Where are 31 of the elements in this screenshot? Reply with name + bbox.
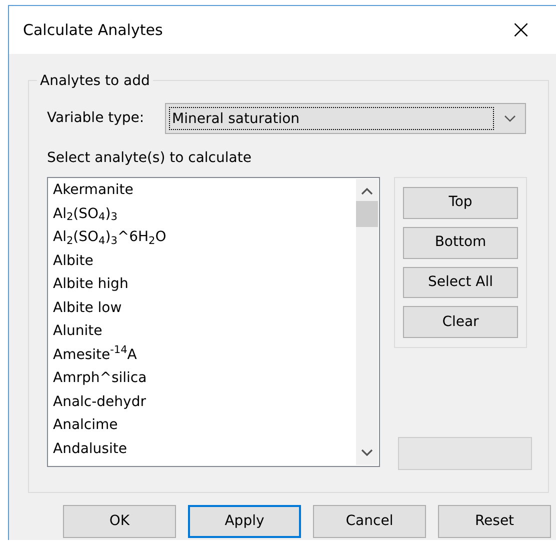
panel-button[interactable]: Clear xyxy=(403,306,518,338)
scroll-down-icon[interactable] xyxy=(361,449,373,457)
list-item[interactable]: Analcime xyxy=(53,417,118,433)
list-item[interactable]: Amrph^silica xyxy=(53,370,147,386)
list-label: Select analyte(s) to calculate xyxy=(47,149,252,168)
list-item[interactable]: Albite high xyxy=(53,276,128,292)
list-item[interactable]: Albite low xyxy=(53,300,122,316)
scrollbar-thumb[interactable] xyxy=(356,201,378,227)
dialog-button[interactable]: Apply xyxy=(188,505,301,538)
dialog-button[interactable]: OK xyxy=(63,505,176,538)
scroll-up-icon[interactable] xyxy=(361,187,373,195)
list-item[interactable]: Amesite$^{-14}$A xyxy=(53,346,137,362)
panel-button[interactable]: Select All xyxy=(403,266,518,298)
variable-type-label: Variable type: xyxy=(47,109,146,128)
list-item[interactable]: Alunite xyxy=(53,323,102,339)
analyte-list[interactable]: Akermanite Al$_{2}$(SO$_{4}$)$_{3}$ Al$_{2}$(SO$_{4}$)$_{3}$^6H$_{2}$O Albite Albite high Albite low Alunite Amesite$^{-14}$A Amrph^silica Analc-dehydr Analcime Andalusite xyxy=(47,177,380,467)
list-item[interactable]: Analc-dehydr xyxy=(53,394,146,410)
dialog-button[interactable]: Cancel xyxy=(313,505,426,538)
dialog-button[interactable]: Reset xyxy=(438,505,551,538)
chevron-down-icon xyxy=(504,114,516,122)
scrollbar[interactable] xyxy=(356,179,378,465)
panel-button[interactable]: Bottom xyxy=(403,226,518,258)
window-title: Calculate Analytes xyxy=(23,20,163,41)
list-item[interactable]: Albite xyxy=(53,252,94,268)
panel-button[interactable]: Top xyxy=(403,187,518,219)
close-button[interactable]: × xyxy=(506,17,536,43)
list-item[interactable]: Al$_{2}$(SO$_{4}$)$_{3}$ xyxy=(53,206,118,222)
list-item[interactable]: Al$_{2}$(SO$_{4}$)$_{3}$^6H$_{2}$O xyxy=(53,229,166,245)
variable-type-dropdown[interactable]: Mineral saturation xyxy=(165,103,526,134)
list-item[interactable]: Andalusite xyxy=(53,440,127,456)
list-item[interactable]: Akermanite xyxy=(53,182,134,198)
